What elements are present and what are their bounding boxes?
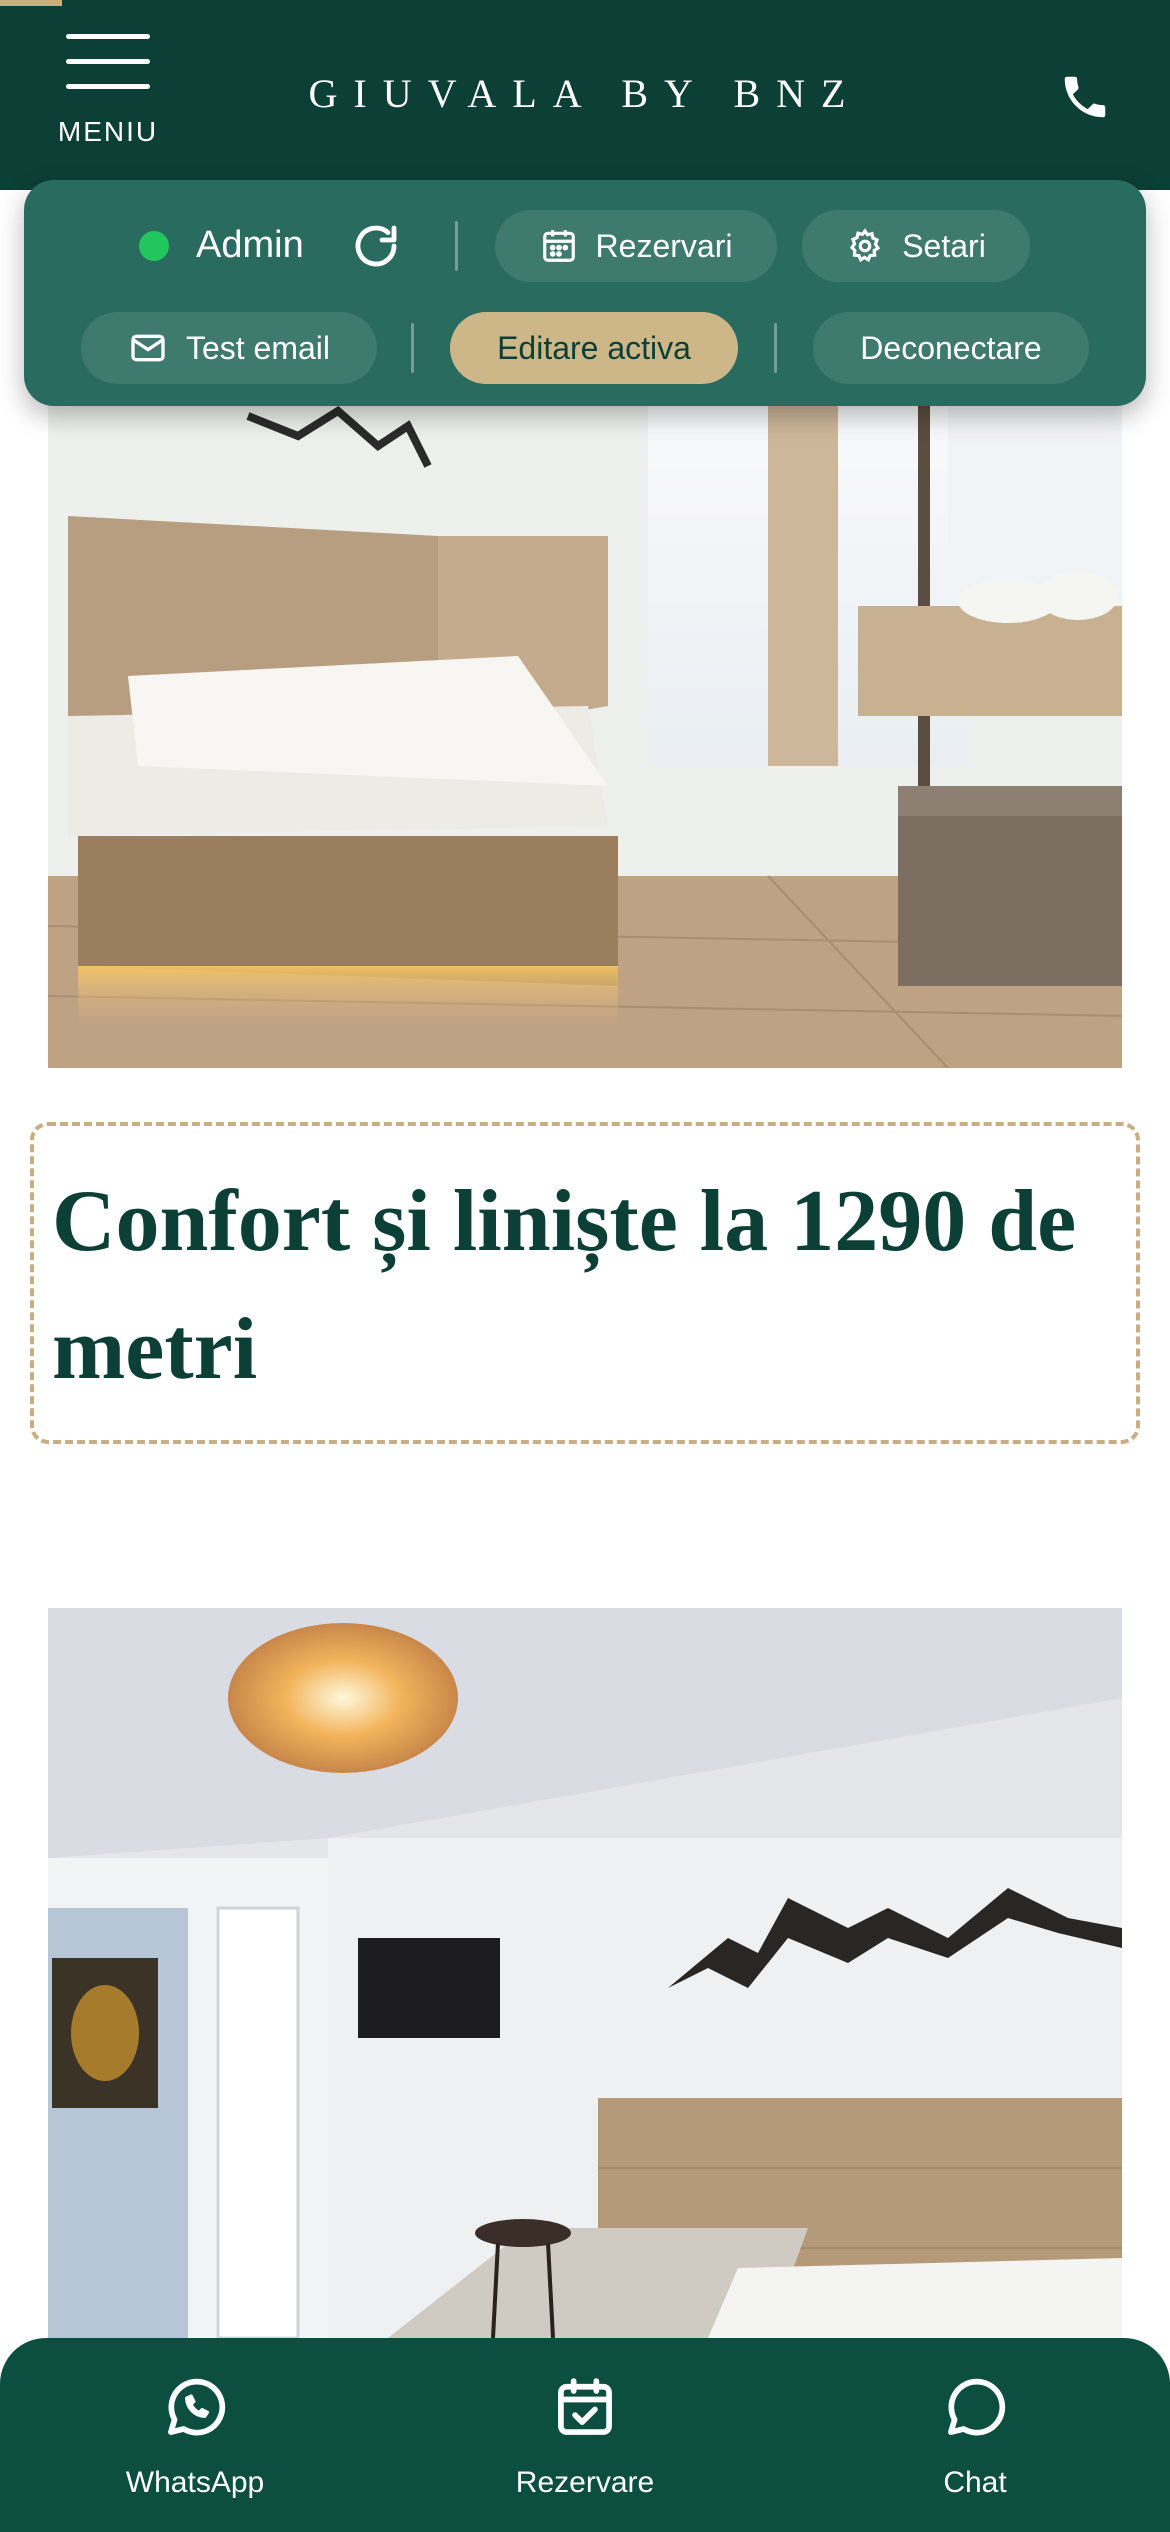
calendar-check-icon [558,2378,612,2435]
admin-user-label: Admin [196,224,304,266]
gear-icon [850,228,881,263]
whatsapp-nav-button[interactable]: WhatsApp [65,2374,325,2504]
reservations-button[interactable]: Rezervari [495,210,777,282]
refresh-icon[interactable] [352,222,400,270]
top-header: MENIU GIUVALA BY BNZ [0,0,1170,190]
reservation-label: Rezervare [515,2466,655,2499]
editable-heading-block[interactable]: Confort și liniște la 1290 de metri [30,1122,1140,1444]
toolbar-divider [411,323,414,373]
logout-button[interactable]: Deconectare [813,312,1089,384]
reservation-nav-button[interactable]: Rezervare [455,2374,715,2504]
edit-mode-label: Editare activa [497,329,691,366]
whatsapp-label: WhatsApp [125,2466,265,2499]
reservations-label: Rezervari [595,227,733,264]
brand-logo-text[interactable]: GIUVALA BY BNZ [0,70,1170,117]
logout-label: Deconectare [860,329,1042,366]
settings-label: Setari [902,227,986,264]
toolbar-divider [455,221,458,271]
whatsapp-icon [168,2378,226,2436]
chat-nav-button[interactable]: Chat [845,2374,1105,2504]
bottom-navigation: WhatsApp Rezervare Chat [0,2338,1170,2532]
hamburger-icon-line [66,59,150,64]
chat-label: Chat [943,2466,1007,2499]
menu-label: MENIU [57,116,159,147]
phone-icon[interactable] [1058,70,1112,124]
admin-toolbar: Admin Rezervari Setari Test email Editar… [24,180,1146,406]
toolbar-divider [774,323,777,373]
mail-icon [131,334,165,362]
calendar-icon [542,230,575,262]
hamburger-icon-line [66,34,150,39]
section-heading[interactable]: Confort și liniște la 1290 de metri [52,1158,1112,1414]
chat-bubble-icon [948,2378,1006,2436]
online-status-indicator [139,231,169,261]
settings-button[interactable]: Setari [802,210,1030,282]
test-email-label: Test email [185,329,331,366]
room-photo-mountain-wall [48,1608,1122,2338]
test-email-button[interactable]: Test email [81,312,377,384]
accent-strip [0,0,62,6]
room-photo-bed [48,406,1122,1068]
edit-mode-toggle[interactable]: Editare activa [450,312,738,384]
